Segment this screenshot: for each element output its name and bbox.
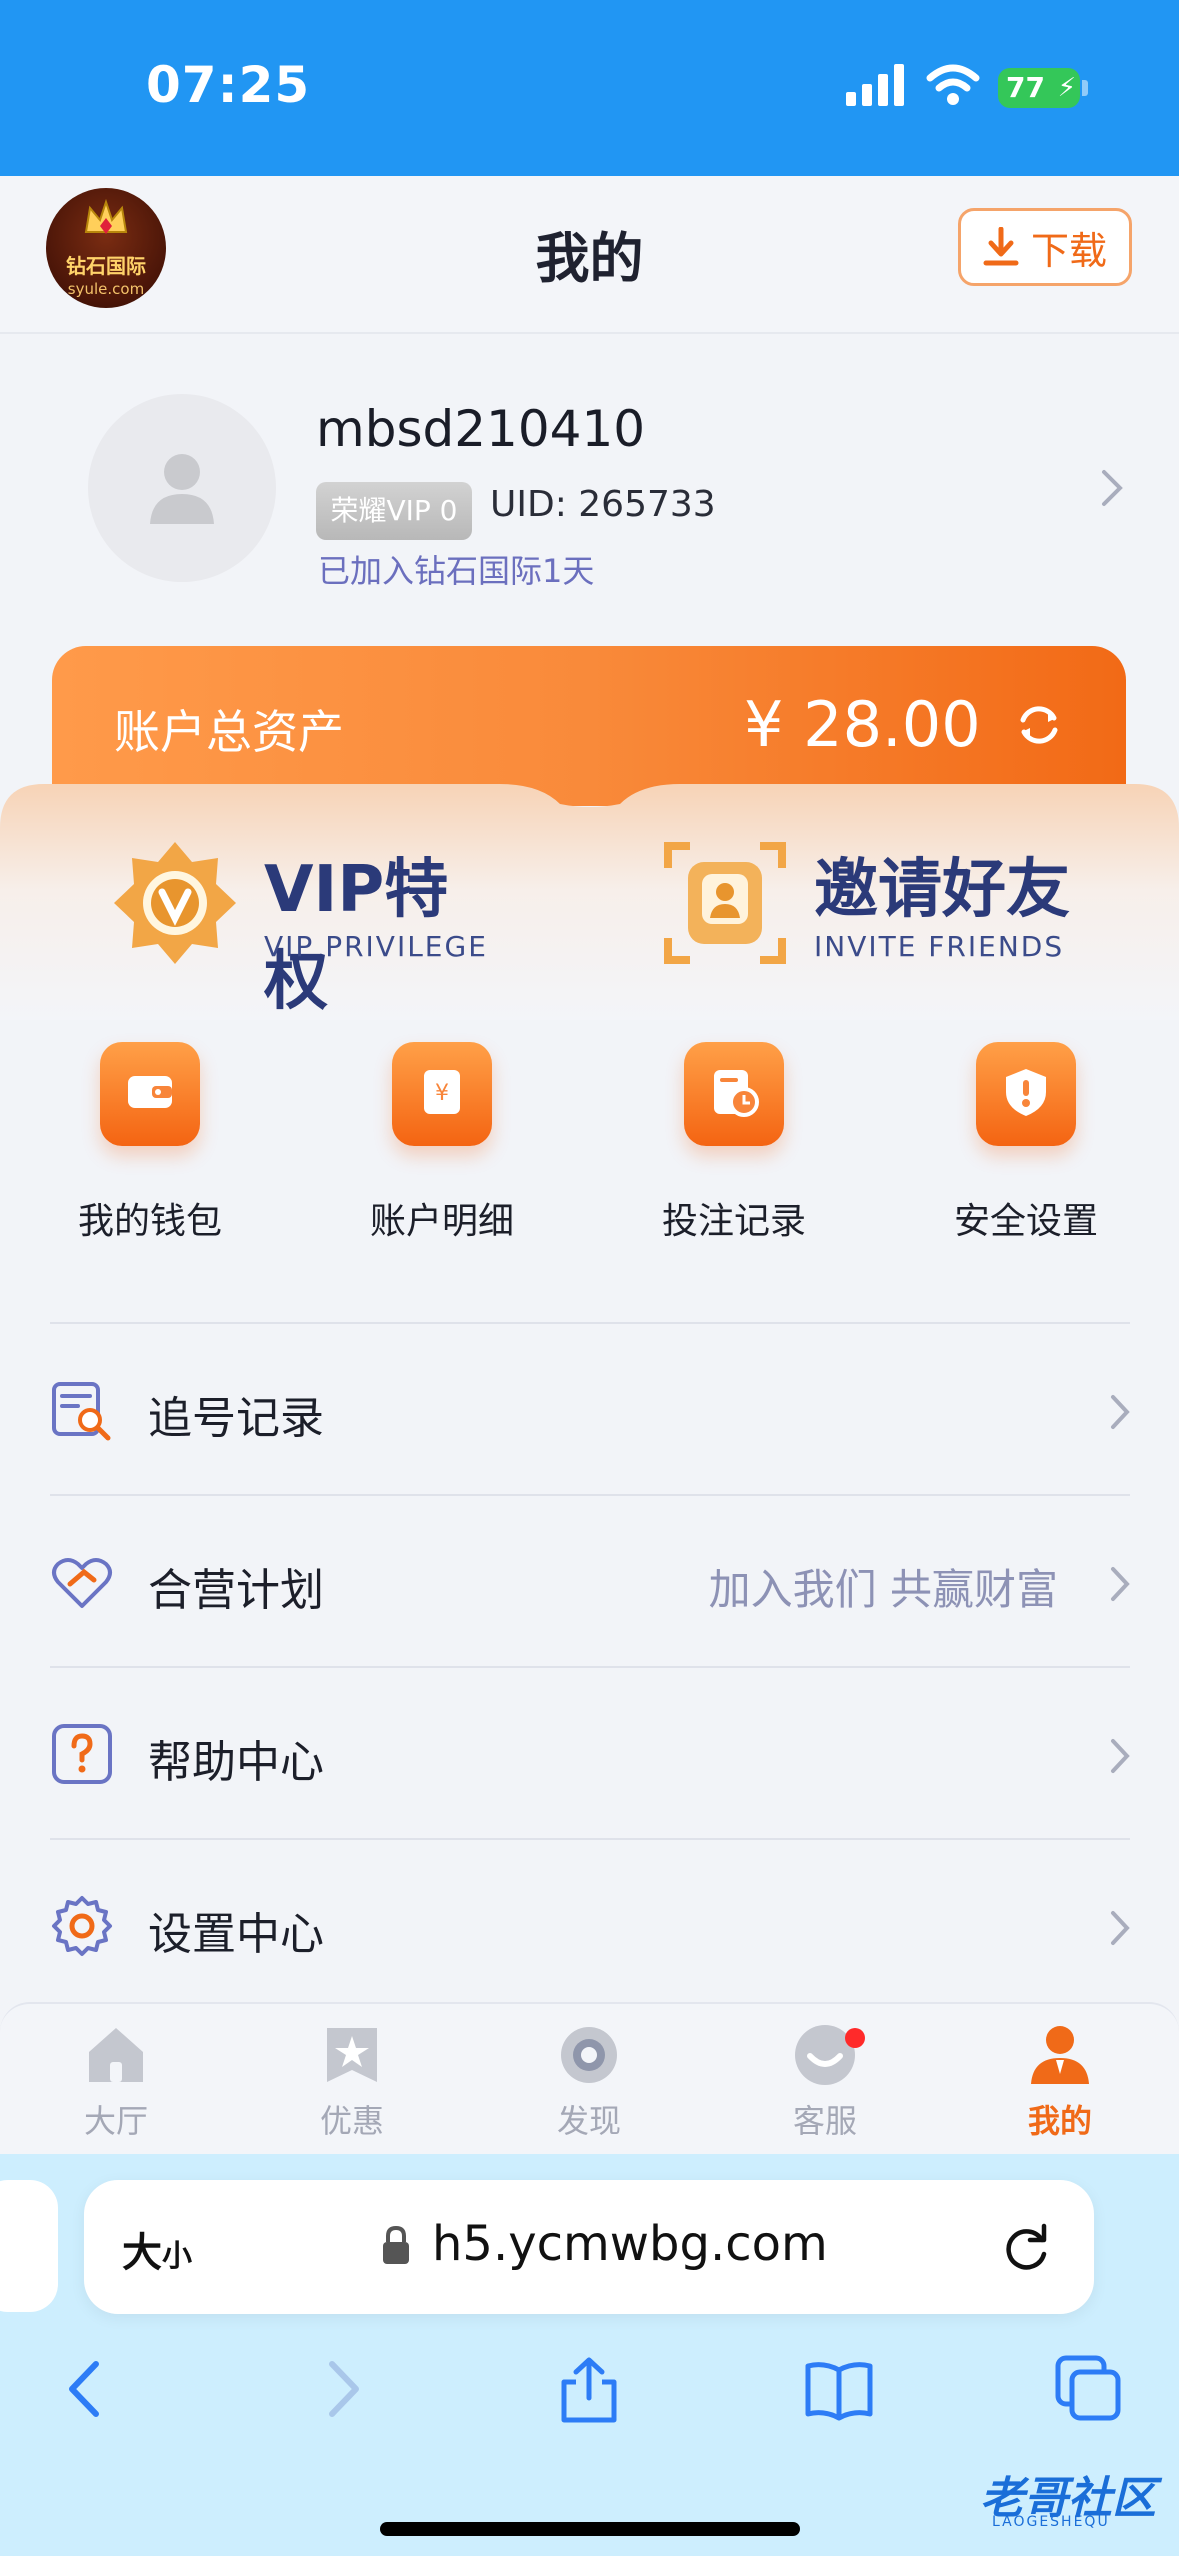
address-bar[interactable]: 大小 h5.ycmwbg.com bbox=[84, 2180, 1094, 2314]
profile-card[interactable]: mbsd210410 荣耀VIP 0 UID: 265733 已加入钻石国际1天 bbox=[0, 334, 1179, 634]
tab-promotions[interactable]: 优惠 bbox=[272, 2022, 432, 2152]
invite-icon bbox=[664, 842, 786, 964]
quick-action-security[interactable]: 安全设置 bbox=[906, 1030, 1146, 1250]
reload-icon[interactable] bbox=[1000, 2220, 1054, 2274]
bet-record-icon bbox=[684, 1042, 784, 1146]
quick-action-label: 安全设置 bbox=[953, 1201, 1098, 1242]
status-bar: 07:25 77 ⚡ bbox=[0, 0, 1179, 176]
text-size-large: 大 bbox=[122, 2230, 162, 2276]
menu-item-partnership[interactable]: 合营计划 加入我们 共赢财富 bbox=[50, 1494, 1130, 1666]
tab-customer-service[interactable]: 客服 bbox=[745, 2022, 905, 2152]
previous-tab-stub[interactable] bbox=[0, 2180, 58, 2312]
username: mbsd210410 bbox=[316, 400, 646, 458]
bill-icon: ¥ bbox=[392, 1042, 492, 1146]
watermark: 老哥社区 LAOGESHEQU bbox=[940, 2458, 1170, 2538]
menu-label: 设置中心 bbox=[148, 1909, 324, 1960]
tab-discover[interactable]: 发现 bbox=[509, 2022, 669, 2152]
menu-item-settings[interactable]: 设置中心 bbox=[50, 1838, 1130, 2010]
tabs-icon[interactable] bbox=[1054, 2354, 1124, 2424]
notification-dot bbox=[845, 2028, 865, 2048]
vip-badge-icon bbox=[114, 842, 236, 964]
menu-item-chase-record[interactable]: 追号记录 bbox=[50, 1322, 1130, 1494]
chevron-right-icon bbox=[1111, 1567, 1130, 1601]
feature-panel: VIP特权 VIP PRIVILEGE 邀请好友 INVITE FRIENDS bbox=[0, 780, 1179, 1020]
bookmarks-icon[interactable] bbox=[804, 2354, 874, 2424]
user-icon bbox=[1031, 2026, 1089, 2084]
status-time: 07:25 bbox=[146, 56, 311, 114]
chevron-right-icon bbox=[1111, 1739, 1130, 1773]
download-icon bbox=[983, 227, 1019, 266]
charging-icon: ⚡ bbox=[1057, 73, 1076, 103]
tab-label: 客服 bbox=[792, 2102, 857, 2140]
invite-friends-entry[interactable]: 邀请好友 INVITE FRIENDS bbox=[660, 838, 1080, 988]
join-duration: 已加入钻石国际1天 bbox=[318, 552, 595, 590]
tab-lobby[interactable]: 大厅 bbox=[36, 2022, 196, 2152]
chevron-right-icon bbox=[1111, 1911, 1130, 1945]
home-indicator bbox=[380, 2522, 800, 2536]
tab-label: 优惠 bbox=[319, 2102, 384, 2140]
tab-label: 我的 bbox=[1027, 2102, 1092, 2140]
gear-icon bbox=[52, 1896, 112, 1956]
quick-action-label: 我的钱包 bbox=[77, 1201, 222, 1242]
chevron-right-icon bbox=[1111, 1395, 1130, 1429]
assets-value: ¥ 28.00 bbox=[744, 688, 981, 761]
tab-mine[interactable]: 我的 bbox=[980, 2022, 1140, 2152]
quick-action-label: 投注记录 bbox=[661, 1201, 806, 1242]
menu-label: 帮助中心 bbox=[148, 1737, 324, 1788]
text-size-small: 小 bbox=[162, 2239, 192, 2274]
vip-subtitle: VIP PRIVILEGE bbox=[264, 930, 488, 963]
star-icon bbox=[327, 2028, 377, 2082]
menu-label: 追号记录 bbox=[148, 1393, 324, 1444]
vip-level-badge: 荣耀VIP 0 bbox=[316, 482, 472, 540]
back-icon[interactable] bbox=[52, 2354, 122, 2424]
discover-icon bbox=[561, 2027, 617, 2083]
quick-action-account-detail[interactable]: ¥ 账户明细 bbox=[322, 1030, 562, 1250]
quick-action-label: 账户明细 bbox=[369, 1201, 514, 1242]
home-icon bbox=[89, 2028, 143, 2082]
share-icon[interactable] bbox=[554, 2354, 624, 2424]
quick-action-wallet[interactable]: 我的钱包 bbox=[30, 1030, 270, 1250]
invite-subtitle: INVITE FRIENDS bbox=[814, 930, 1065, 963]
battery-indicator: 77 ⚡ bbox=[998, 68, 1080, 108]
user-uid: UID: 265733 bbox=[490, 484, 716, 525]
watermark-sub: LAOGESHEQU bbox=[992, 2514, 1110, 2530]
vip-privilege-entry[interactable]: VIP特权 VIP PRIVILEGE bbox=[110, 838, 510, 1019]
tab-label: 大厅 bbox=[83, 2102, 148, 2140]
wifi-icon bbox=[926, 64, 980, 105]
quick-actions: 我的钱包 ¥ 账户明细 投注记录 安全设置 bbox=[0, 1030, 1179, 1250]
url-text: h5.ycmwbg.com bbox=[432, 2216, 828, 2272]
question-icon bbox=[52, 1724, 112, 1784]
download-label: 下载 bbox=[1030, 228, 1107, 273]
menu-extra-text: 加入我们 共赢财富 bbox=[708, 1565, 1058, 1614]
handshake-icon bbox=[52, 1558, 112, 1608]
download-button[interactable]: 下载 bbox=[958, 208, 1132, 286]
search-doc-icon bbox=[52, 1382, 111, 1441]
avatar[interactable] bbox=[88, 394, 276, 582]
refresh-icon[interactable] bbox=[1014, 700, 1064, 750]
menu-label: 合营计划 bbox=[148, 1565, 324, 1616]
assets-label: 账户总资产 bbox=[114, 705, 344, 759]
signal-icon bbox=[846, 64, 904, 106]
invite-title: 邀请好友 bbox=[814, 853, 1070, 927]
app-header: 钻石国际 syule.com 我的 下载 bbox=[0, 176, 1179, 334]
svg-text:¥: ¥ bbox=[435, 1081, 449, 1106]
shield-icon bbox=[976, 1042, 1076, 1146]
text-size-button[interactable]: 大小 bbox=[122, 2220, 192, 2278]
chevron-right-icon bbox=[1102, 470, 1123, 506]
lock-icon bbox=[383, 2225, 409, 2264]
tab-label: 发现 bbox=[556, 2102, 621, 2140]
quick-action-bet-record[interactable]: 投注记录 bbox=[614, 1030, 854, 1250]
battery-level: 77 bbox=[1006, 71, 1045, 104]
battery-cap bbox=[1082, 80, 1088, 96]
user-placeholder-icon bbox=[150, 454, 214, 524]
bottom-tab-bar: 大厅 优惠 发现 客服 我的 bbox=[0, 2002, 1179, 2154]
forward-icon[interactable] bbox=[306, 2354, 376, 2424]
wallet-icon bbox=[100, 1042, 200, 1146]
menu-item-help-center[interactable]: 帮助中心 bbox=[50, 1666, 1130, 1838]
browser-toolbar: 大小 h5.ycmwbg.com 老哥社区 LAOGESHEQU bbox=[0, 2154, 1179, 2556]
